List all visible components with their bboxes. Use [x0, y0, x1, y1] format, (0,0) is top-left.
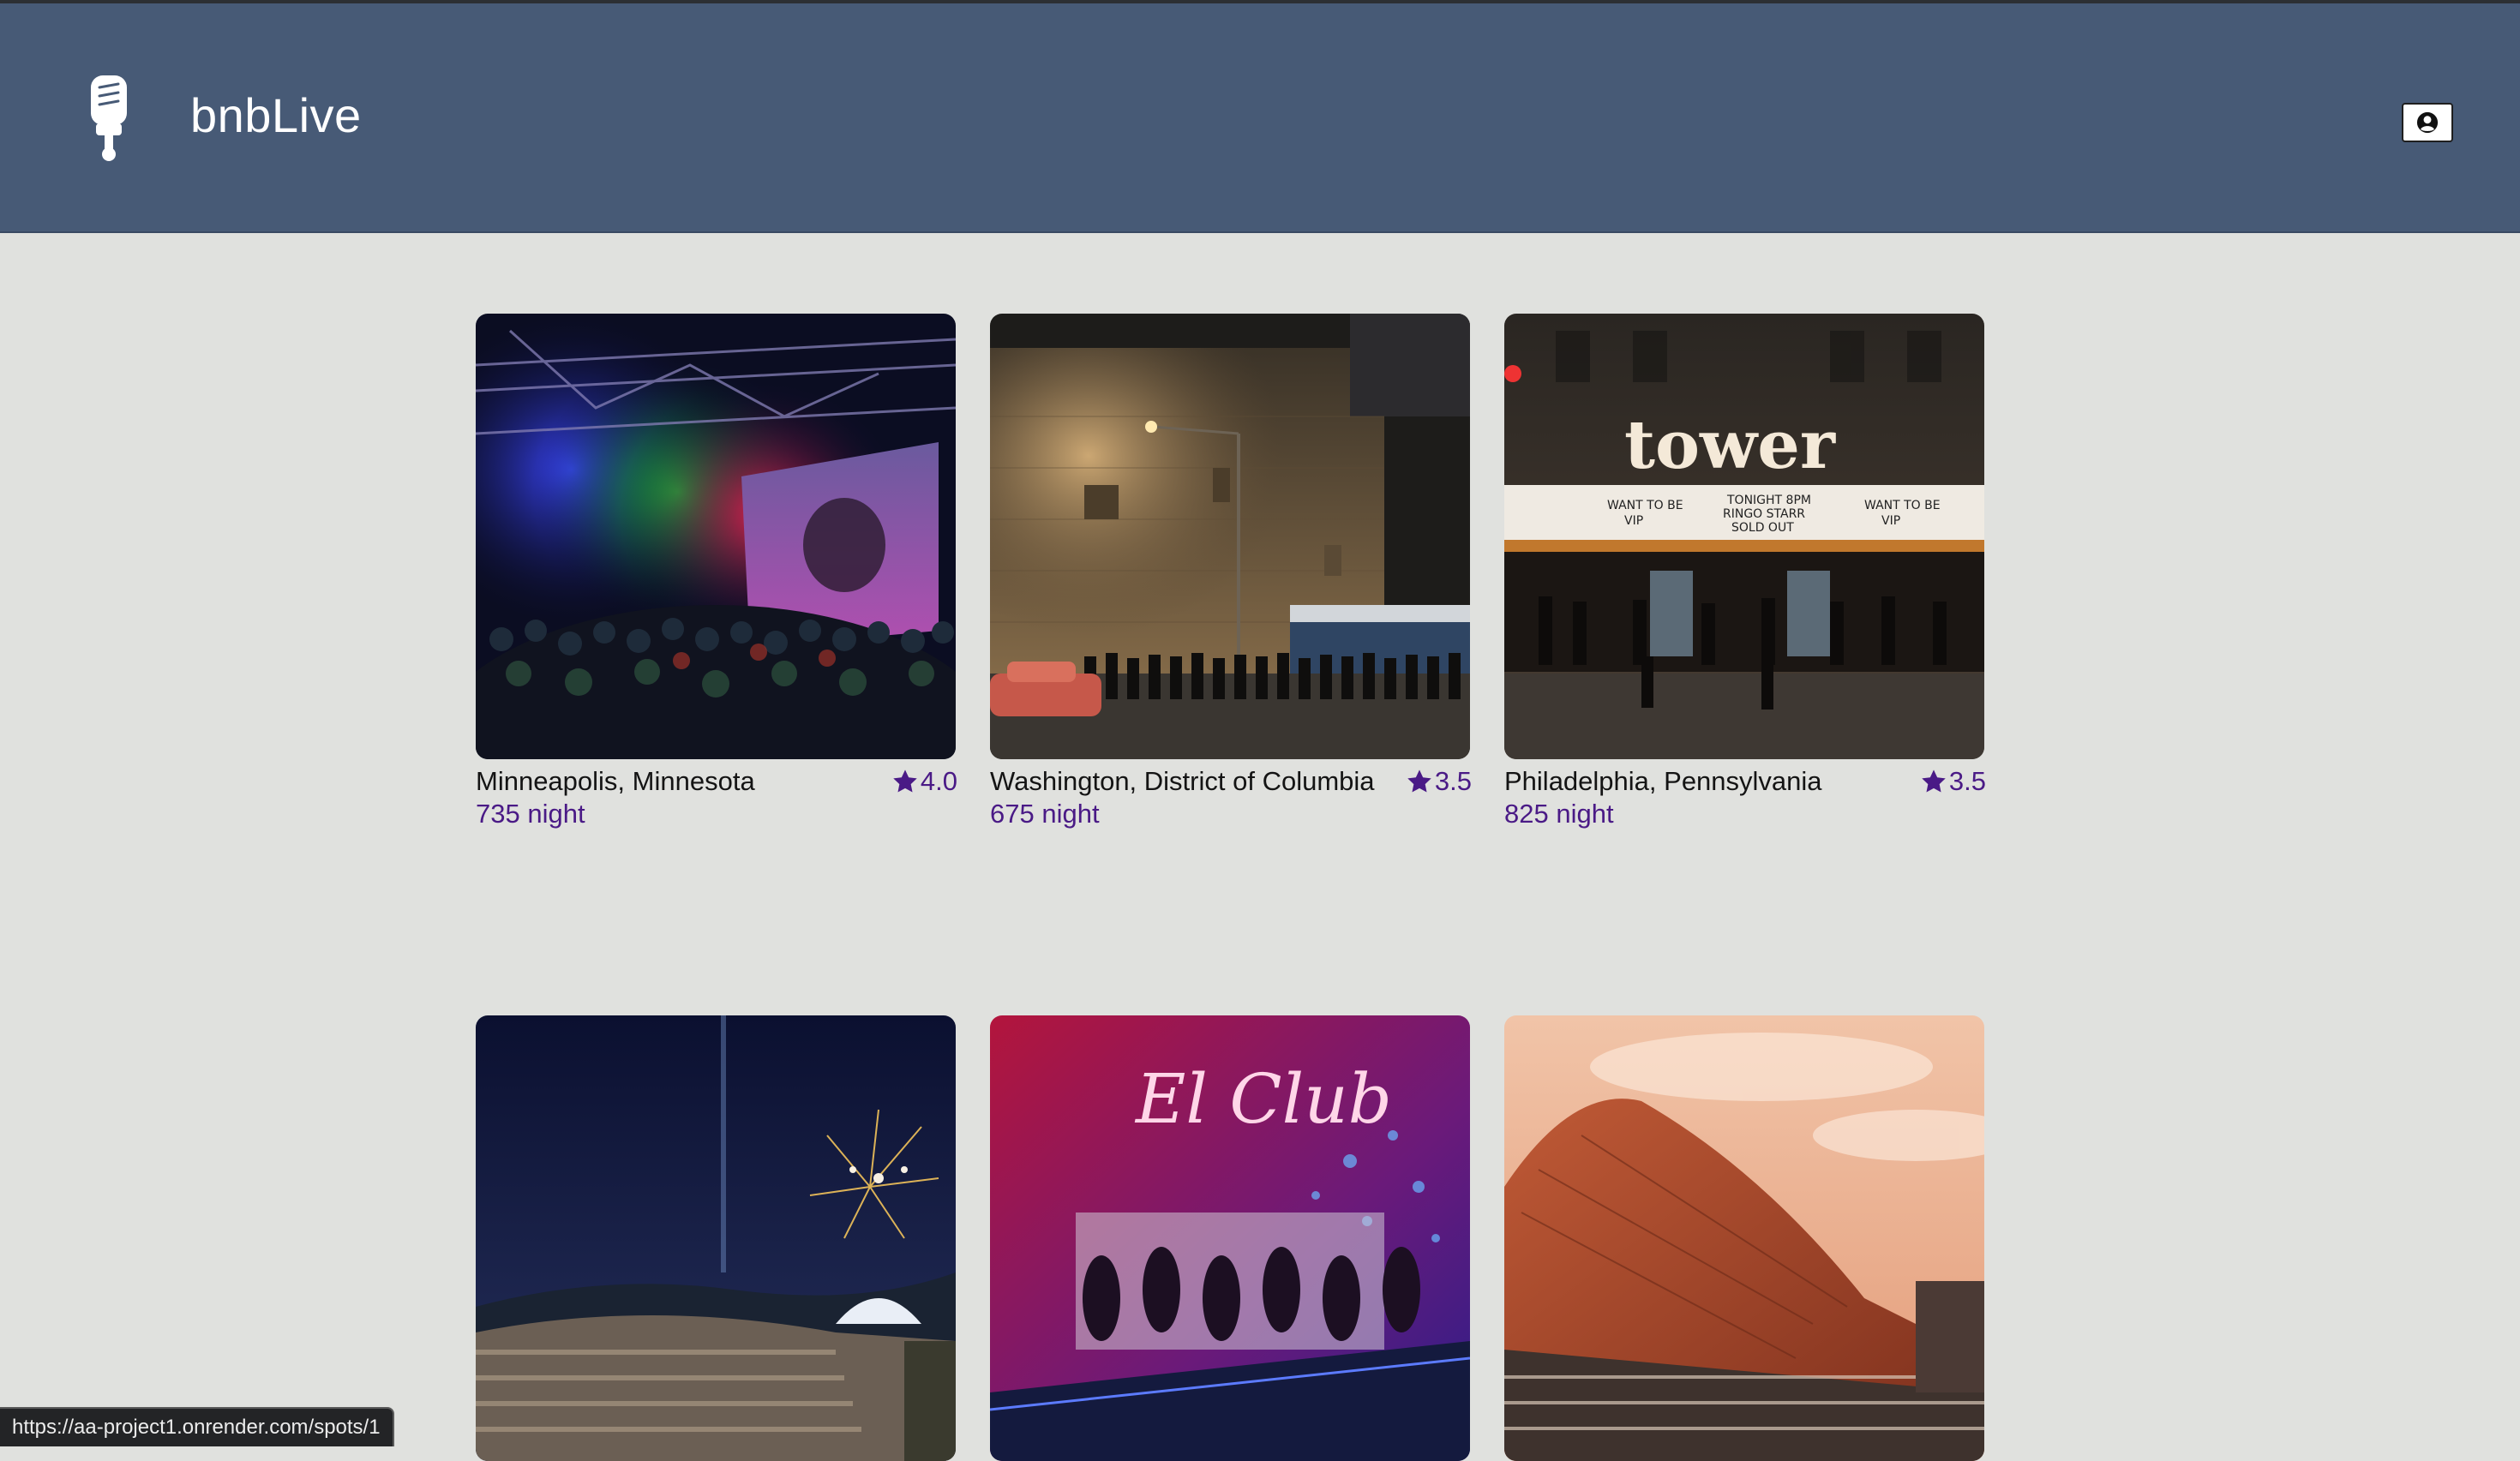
- spot-location: Philadelphia, Pennsylvania: [1504, 766, 1822, 796]
- spot-rating-value: 3.5: [1948, 766, 1986, 796]
- spot-image[interactable]: [476, 1015, 956, 1461]
- svg-text:VIP: VIP: [1624, 514, 1643, 528]
- spot-location: Minneapolis, Minnesota: [476, 766, 755, 796]
- spot-rating-value: 3.5: [1434, 766, 1472, 796]
- spot-card[interactable]: Minneapolis, Minnesota 4.0 735 night: [476, 314, 957, 835]
- svg-text:RINGO STARR: RINGO STARR: [1723, 507, 1805, 521]
- star-icon: [1407, 769, 1431, 793]
- svg-text:El Club: El Club: [1134, 1059, 1392, 1139]
- svg-text:TONIGHT 8PM: TONIGHT 8PM: [1726, 494, 1811, 507]
- svg-text:WANT TO BE: WANT TO BE: [1607, 499, 1683, 512]
- spot-image[interactable]: [1504, 1015, 1984, 1461]
- spot-rating: 3.5: [1920, 766, 1986, 797]
- svg-text:WANT TO BE: WANT TO BE: [1864, 499, 1941, 512]
- spot-info: Philadelphia, Pennsylvania 3.5 825 night: [1504, 766, 1986, 835]
- spot-price: 825 night: [1504, 799, 1614, 829]
- spot-image[interactable]: [476, 314, 956, 759]
- star-icon: [893, 769, 917, 793]
- spot-price: 675 night: [990, 799, 1100, 829]
- status-bar-url: https://aa-project1.onrender.com/spots/1: [0, 1407, 394, 1446]
- spot-rating: 3.5: [1406, 766, 1472, 797]
- star-icon: [1922, 769, 1946, 793]
- svg-text:tower: tower: [1624, 406, 1836, 484]
- spot-card[interactable]: Washington, District of Columbia 3.5 675…: [990, 314, 1472, 835]
- spots-grid: Minneapolis, Minnesota 4.0 735 night Was…: [0, 0, 2520, 1461]
- spot-image[interactable]: tower WANT TO BE VIP TONIGHT 8PM RINGO STA…: [1504, 314, 1984, 759]
- svg-text:SOLD OUT: SOLD OUT: [1731, 521, 1794, 535]
- spot-card[interactable]: [476, 1015, 957, 1461]
- spot-card[interactable]: tower WANT TO BE VIP TONIGHT 8PM RINGO STA…: [1504, 314, 1986, 835]
- spot-location: Washington, District of Columbia: [990, 766, 1375, 796]
- spot-image[interactable]: El Club: [990, 1015, 1470, 1461]
- spot-card[interactable]: El Club: [990, 1015, 1472, 1461]
- spot-info: Washington, District of Columbia 3.5 675…: [990, 766, 1472, 835]
- spot-info: Minneapolis, Minnesota 4.0 735 night: [476, 766, 957, 835]
- spot-price: 735 night: [476, 799, 585, 829]
- svg-text:VIP: VIP: [1881, 514, 1900, 528]
- spot-card[interactable]: [1504, 1015, 1986, 1461]
- spot-rating-value: 4.0: [920, 766, 957, 796]
- spot-rating: 4.0: [891, 766, 957, 797]
- spot-image[interactable]: [990, 314, 1470, 759]
